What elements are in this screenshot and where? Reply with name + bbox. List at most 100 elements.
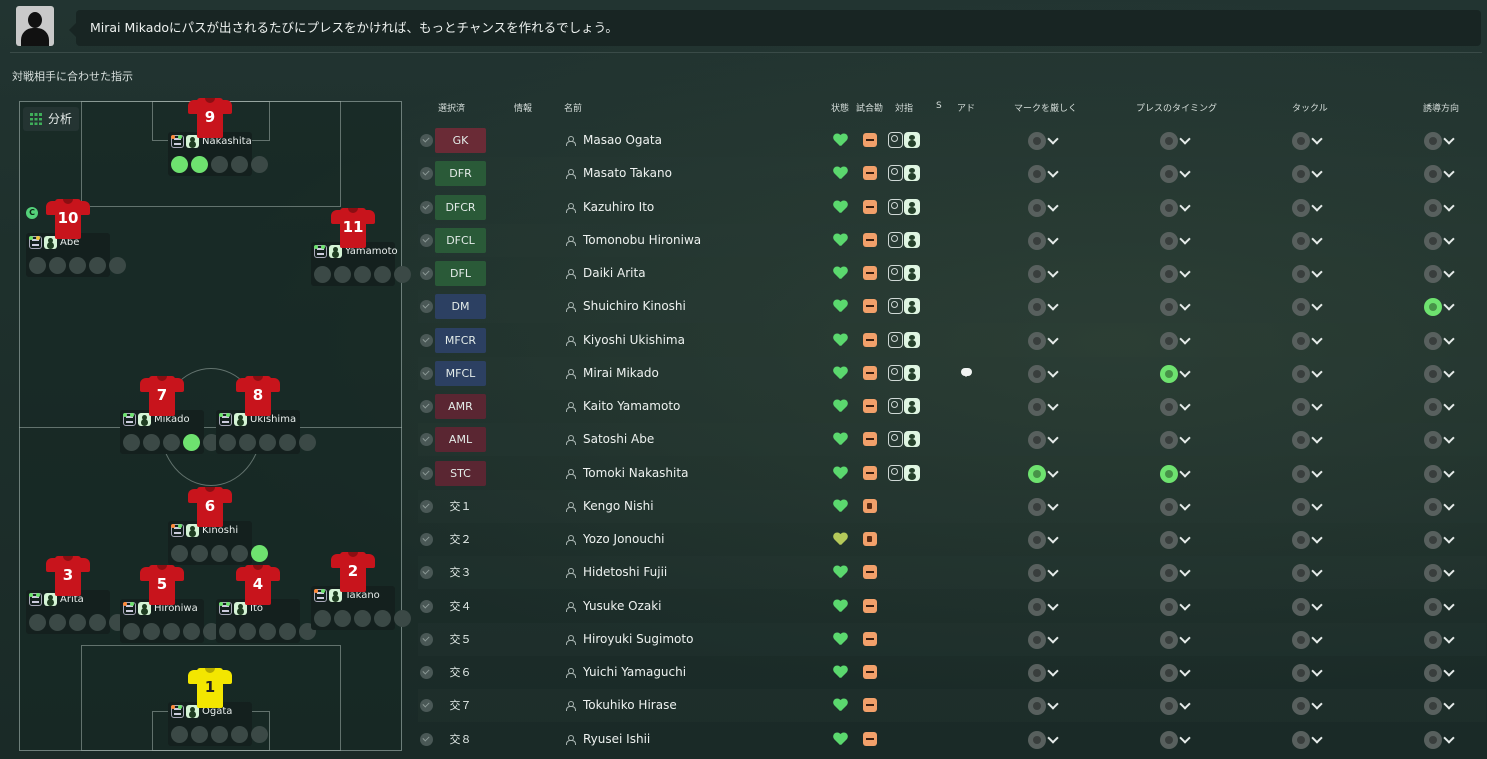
player-name-link[interactable]: Masato Takano	[583, 157, 672, 190]
select-checkbox[interactable]	[420, 732, 433, 746]
select-checkbox[interactable]	[420, 134, 433, 147]
instruction-dropdown[interactable]	[1028, 165, 1059, 184]
table-row[interactable]: 交５ Hiroyuki Sugimoto	[418, 622, 1486, 656]
instruction-icon[interactable]	[191, 726, 208, 743]
opposition-instruction-icon[interactable]	[888, 132, 920, 148]
instruction-dropdown[interactable]	[1424, 497, 1455, 516]
select-checkbox[interactable]	[420, 400, 433, 413]
instruction-dropdown[interactable]	[1160, 431, 1191, 450]
instruction-icon[interactable]	[171, 156, 188, 173]
player-name-link[interactable]: Kazuhiro Ito	[583, 191, 654, 224]
instruction-dropdown[interactable]	[1160, 165, 1191, 184]
instruction-dropdown[interactable]	[1160, 730, 1191, 749]
instruction-icon[interactable]	[171, 545, 188, 562]
opposition-instruction-icon[interactable]	[888, 231, 920, 248]
pitch-player[interactable]: Ogata 1	[168, 668, 268, 748]
instruction-dropdown[interactable]	[1292, 531, 1323, 549]
instruction-icon[interactable]	[211, 156, 228, 173]
pitch-player[interactable]: Ito 4	[216, 565, 316, 645]
player-name-link[interactable]: Kengo Nishi	[583, 490, 654, 523]
instruction-dropdown[interactable]	[1424, 697, 1455, 716]
instruction-dropdown[interactable]	[1160, 231, 1191, 250]
opposition-instruction-icon[interactable]	[888, 364, 920, 381]
instruction-icon[interactable]	[89, 614, 106, 631]
col-tackle[interactable]: タックル	[1292, 101, 1328, 114]
instruction-icon[interactable]	[314, 266, 331, 283]
instruction-icon[interactable]	[191, 545, 208, 562]
instruction-icon[interactable]	[314, 610, 331, 627]
table-row[interactable]: STC Tomoki Nakashita	[418, 457, 1486, 490]
select-checkbox[interactable]	[420, 632, 433, 646]
opposition-instruction-icon[interactable]	[888, 298, 920, 315]
player-name-link[interactable]: Satoshi Abe	[583, 423, 654, 456]
opposition-instruction-icon[interactable]	[888, 265, 920, 281]
select-checkbox[interactable]	[420, 366, 433, 380]
instruction-icon[interactable]	[49, 614, 66, 631]
instruction-dropdown[interactable]	[1424, 564, 1455, 583]
instruction-icon[interactable]	[374, 610, 391, 627]
instruction-dropdown[interactable]	[1160, 630, 1191, 649]
instruction-dropdown[interactable]	[1028, 132, 1059, 150]
player-name-link[interactable]: Tomoki Nakashita	[583, 457, 688, 490]
instruction-icon[interactable]	[211, 726, 228, 743]
pitch-player[interactable]: Mikado 7	[120, 376, 220, 456]
table-row[interactable]: 交１ Kengo Nishi	[418, 489, 1486, 523]
opposition-instruction-icon[interactable]	[888, 464, 920, 481]
advice-chat-icon[interactable]	[961, 367, 972, 377]
instruction-icon[interactable]	[251, 726, 268, 743]
instruction-dropdown[interactable]	[1160, 132, 1191, 150]
pitch-player[interactable]: Kinoshi 6	[168, 487, 268, 567]
instruction-icon[interactable]	[259, 623, 276, 640]
player-name-link[interactable]: Mirai Mikado	[583, 357, 659, 390]
instruction-icon[interactable]	[89, 257, 106, 274]
instruction-dropdown[interactable]	[1424, 531, 1455, 549]
instruction-dropdown[interactable]	[1424, 464, 1455, 483]
instruction-icon[interactable]	[143, 434, 160, 451]
table-row[interactable]: DFCR Kazuhiro Ito	[418, 191, 1486, 224]
instruction-dropdown[interactable]	[1424, 165, 1455, 184]
pitch-player[interactable]: Hironiwa 5	[120, 565, 220, 645]
table-row[interactable]: 交８ Ryusei Ishii	[418, 723, 1486, 756]
instruction-dropdown[interactable]	[1028, 231, 1059, 250]
col-selected[interactable]: 選択済	[438, 101, 465, 114]
table-row[interactable]: DM Shuichiro Kinoshi	[418, 290, 1486, 324]
instruction-dropdown[interactable]	[1160, 298, 1191, 317]
instruction-icon[interactable]	[163, 623, 180, 640]
instruction-dropdown[interactable]	[1424, 630, 1455, 649]
instruction-icon[interactable]	[69, 257, 86, 274]
table-row[interactable]: 交６ Yuichi Yamaguchi	[418, 656, 1486, 689]
select-checkbox[interactable]	[420, 333, 433, 347]
select-checkbox[interactable]	[420, 566, 433, 580]
instruction-icon[interactable]	[354, 266, 371, 283]
instruction-icon[interactable]	[69, 614, 86, 631]
player-name-link[interactable]: Yozo Jonouchi	[583, 523, 665, 556]
instruction-dropdown[interactable]	[1292, 165, 1323, 184]
pitch-player[interactable]: Nakashita 9	[168, 98, 268, 178]
instruction-dropdown[interactable]	[1160, 564, 1191, 583]
instruction-dropdown[interactable]	[1028, 697, 1059, 716]
opposition-instruction-icon[interactable]	[888, 431, 920, 448]
instruction-dropdown[interactable]	[1160, 398, 1191, 416]
instruction-dropdown[interactable]	[1292, 265, 1323, 283]
instruction-dropdown[interactable]	[1424, 132, 1455, 150]
table-row[interactable]: AML Satoshi Abe	[418, 423, 1486, 457]
col-info[interactable]: 情報	[514, 101, 532, 114]
instruction-icon[interactable]	[299, 434, 316, 451]
player-name-link[interactable]: Tokuhiko Hirase	[583, 689, 677, 722]
player-name-link[interactable]: Hiroyuki Sugimoto	[583, 623, 693, 656]
table-row[interactable]: DFCL Tomonobu Hironiwa	[418, 223, 1486, 257]
table-row[interactable]: AMR Kaito Yamamoto	[418, 390, 1486, 423]
instruction-dropdown[interactable]	[1292, 597, 1323, 616]
player-name-link[interactable]: Shuichiro Kinoshi	[583, 290, 686, 323]
instruction-dropdown[interactable]	[1424, 431, 1455, 450]
analysis-button[interactable]: 分析	[23, 107, 79, 131]
instruction-icon[interactable]	[279, 434, 296, 451]
instruction-icon[interactable]	[251, 156, 268, 173]
player-name-link[interactable]: Kiyoshi Ukishima	[583, 324, 685, 357]
instruction-icon[interactable]	[231, 545, 248, 562]
table-row[interactable]: 交３ Hidetoshi Fujii	[418, 556, 1486, 590]
select-checkbox[interactable]	[420, 666, 433, 679]
instruction-dropdown[interactable]	[1292, 564, 1323, 583]
col-press-timing[interactable]: プレスのタイミング	[1136, 101, 1217, 114]
player-name-link[interactable]: Hidetoshi Fujii	[583, 556, 667, 589]
